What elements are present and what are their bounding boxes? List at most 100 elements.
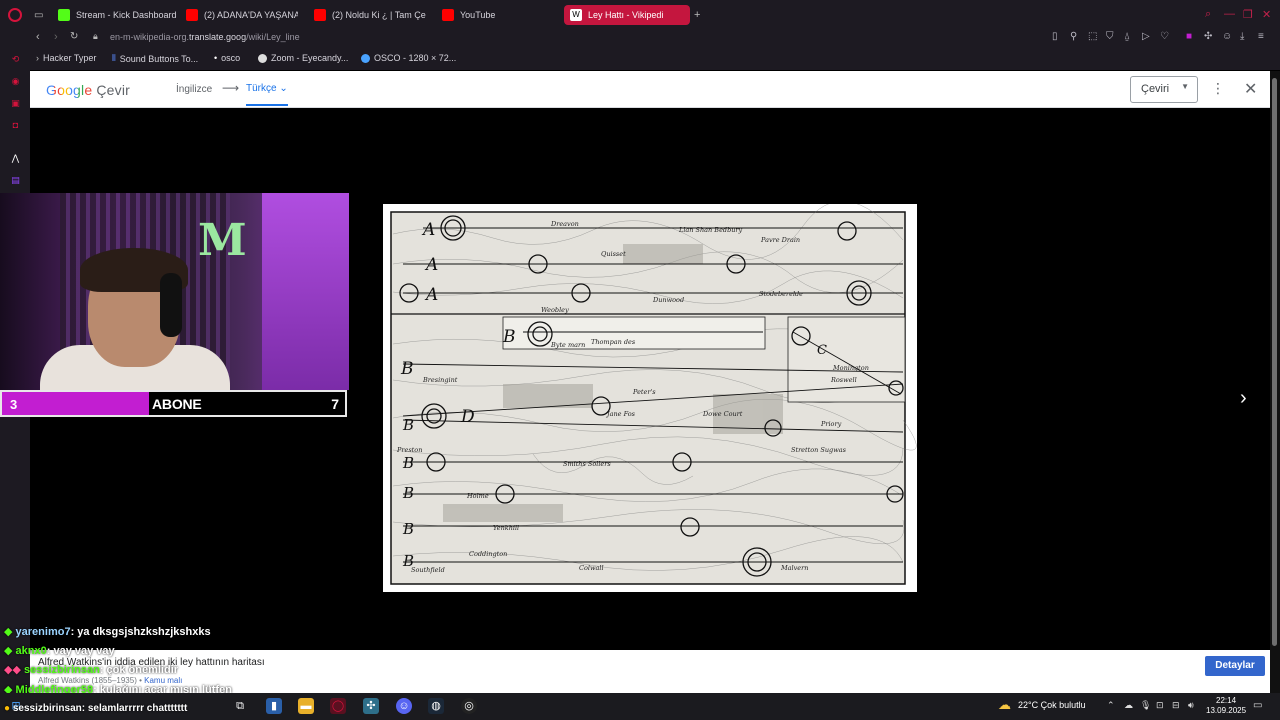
opera-logo-icon[interactable] [8,8,22,22]
search-tabs-icon[interactable]: ⌕ [1205,8,1211,21]
download-icon[interactable]: ⤓ [1240,31,1244,42]
more-options-icon[interactable]: ⋮ [1211,80,1225,97]
source-language[interactable]: İngilizce [176,84,212,95]
steam-icon[interactable]: ◍ [428,698,444,714]
tab-label: Stream - Kick Dashboard [76,10,177,20]
weather-text[interactable]: 22°C Çok bulutlu [1018,700,1086,710]
explorer-icon[interactable]: ▮ [266,698,282,714]
onedrive-icon[interactable]: ☁ [1124,700,1133,711]
bookmark-osco-1280[interactable]: OSCO - 1280 × 72... [361,53,456,63]
url-domain: translate.goog [189,32,247,42]
map-place-label: Byte marn [550,341,585,349]
news-icon[interactable]: ◉ [9,75,22,88]
tab-menu-icon[interactable]: ▭ [34,5,48,25]
svg-text:A: A [424,285,438,305]
instagram-icon[interactable]: ◘ [9,119,22,132]
map-place-label: Stodeberelde [759,290,803,298]
obs-icon[interactable]: ◎ [461,698,477,714]
ley-line-map-image[interactable]: A A A B B D C B B B B B Weobley Dreavon … [383,204,917,592]
energy-drink-logo: M [198,215,247,266]
bookmark-hacker-typer[interactable]: › Hacker Typer [36,53,96,63]
network-icon[interactable]: ⊟ [1172,700,1180,711]
subscriber-goal-fill [2,392,149,415]
microphone-icon[interactable]: 🎙︎ [1140,700,1151,711]
bookmark-osco[interactable]: • osco [214,53,240,63]
play-icon[interactable]: ▷ [1142,31,1150,42]
translate-icon[interactable]: ⍙ [1124,31,1130,42]
chevron-right-icon[interactable]: › [1240,387,1247,410]
aria-icon[interactable]: ⋀ [9,152,22,165]
cloud-sun-icon: ☁ [998,697,1011,712]
tab-label: (2) Noldu Ki ¿ | Tam Çere [332,10,426,20]
close-translate-icon[interactable]: ✕ [1244,79,1257,99]
map-place-label: Llan Shan Bedbury [678,226,743,234]
svg-text:D: D [460,407,475,427]
forward-icon[interactable]: › [54,31,58,43]
puzzle-icon[interactable]: ✣ [1204,31,1212,42]
badge-icon: ◆◆ [4,664,21,676]
tab-kick-dashboard[interactable]: Stream - Kick Dashboard [58,5,180,25]
subscriber-goal: 7 [331,396,339,412]
opera-taskbar-icon[interactable]: ◯ [330,698,346,714]
bookmark-zoom-eyecandy[interactable]: Zoom - Eyecandy... [258,53,348,63]
map-place-label: Southfield [411,566,445,574]
map-place-label: Quisset [601,250,626,258]
svg-text:B: B [402,484,414,502]
target-language[interactable]: Türkçe ⌄ [246,83,288,106]
profile-icon[interactable]: ☺ [1222,31,1232,42]
extension-icon[interactable]: ■ [1186,31,1192,42]
minimize-icon[interactable]: — [1224,8,1235,20]
bookmarks-bar: › Hacker Typer ⫴ Sound Buttons To... • osco… [0,48,1280,70]
lock-icon: 🔒︎ [93,31,98,41]
clock[interactable]: 22:14 13.09.2025 [1206,696,1246,716]
messenger-icon[interactable]: ▣ [9,97,22,110]
url-field[interactable]: en-m-wikipedia-org.translate.goog/wiki/L… [110,32,300,42]
sidebar-toggle-icon[interactable]: ▯ [1052,31,1058,42]
maximize-icon[interactable]: ❐ [1243,8,1253,21]
clock-time: 22:14 [1216,696,1237,705]
task-view-icon[interactable]: ⧉ [232,698,248,714]
shield-icon[interactable]: ⛉ [1106,31,1114,42]
notification-icon[interactable]: ▭ [1253,700,1262,711]
terminal-icon: › [36,53,39,63]
app-icon[interactable]: ✣ [363,698,379,714]
cevir-wordmark: Çevir [96,82,131,98]
app-tray-icon[interactable]: ⊡ [1156,700,1164,711]
translation-dropdown-label: Çeviri [1141,83,1170,95]
address-bar: ‹ › ↻ 🔒︎ en-m-wikipedia-org.translate.go… [0,29,1280,48]
heart-icon[interactable]: ♡ [1160,31,1169,42]
chevron-up-icon[interactable]: ⌃ [1107,700,1115,711]
chat-username: yarenimo7 [15,626,71,638]
chevron-down-icon: ⌄ [279,83,288,94]
page-scrollbar-thumb[interactable] [1272,78,1277,646]
subscriber-goal-bar: 3 ABONE 7 [0,390,347,417]
reload-icon[interactable]: ↻ [70,31,78,42]
tab-label: (2) ADANA'DA YAŞANAN [204,10,298,20]
tab-ley-hatti[interactable]: W Ley Hattı - Vikipedi [564,5,690,25]
google-translate-logo[interactable]: Google Çevir [46,82,130,98]
folder-icon[interactable]: ▬ [298,698,314,714]
svg-text:A: A [421,220,435,240]
menu-icon[interactable]: ≡ [1258,31,1264,42]
dot-icon: • [214,53,218,63]
back-icon[interactable]: ‹ [36,31,40,43]
subscriber-current: 3 [10,397,18,412]
new-tab-button[interactable]: + [694,5,706,25]
snapshot-icon[interactable]: ⬚ [1088,31,1097,42]
bookmark-sound-buttons[interactable]: ⫴ Sound Buttons To... [112,53,198,64]
chat-username: sessizbirinsan [12,703,82,714]
discord-icon[interactable]: ☺ [396,698,412,714]
translation-dropdown[interactable]: Çeviri ▼ [1130,76,1198,103]
tab-youtube-adana[interactable]: (2) ADANA'DA YAŞANAN [186,5,298,25]
chat-username: aknx0 [15,645,47,657]
close-window-icon[interactable]: ✕ [1262,8,1271,21]
pin-icon[interactable]: ⚲ [1070,31,1077,42]
history-icon[interactable]: ⟲ [9,53,22,66]
map-place-label: Malvern [780,564,808,572]
browser-tab-strip: ▭ Stream - Kick Dashboard (2) ADANA'DA Y… [0,0,1280,29]
tab-youtube-noldu[interactable]: (2) Noldu Ki ¿ | Tam Çere [314,5,426,25]
volume-icon[interactable]: 🔊︎ [1188,700,1194,711]
twitch-icon[interactable]: ▤ [9,174,22,187]
details-button[interactable]: Detaylar [1205,656,1265,676]
tab-youtube[interactable]: YouTube [442,5,512,25]
